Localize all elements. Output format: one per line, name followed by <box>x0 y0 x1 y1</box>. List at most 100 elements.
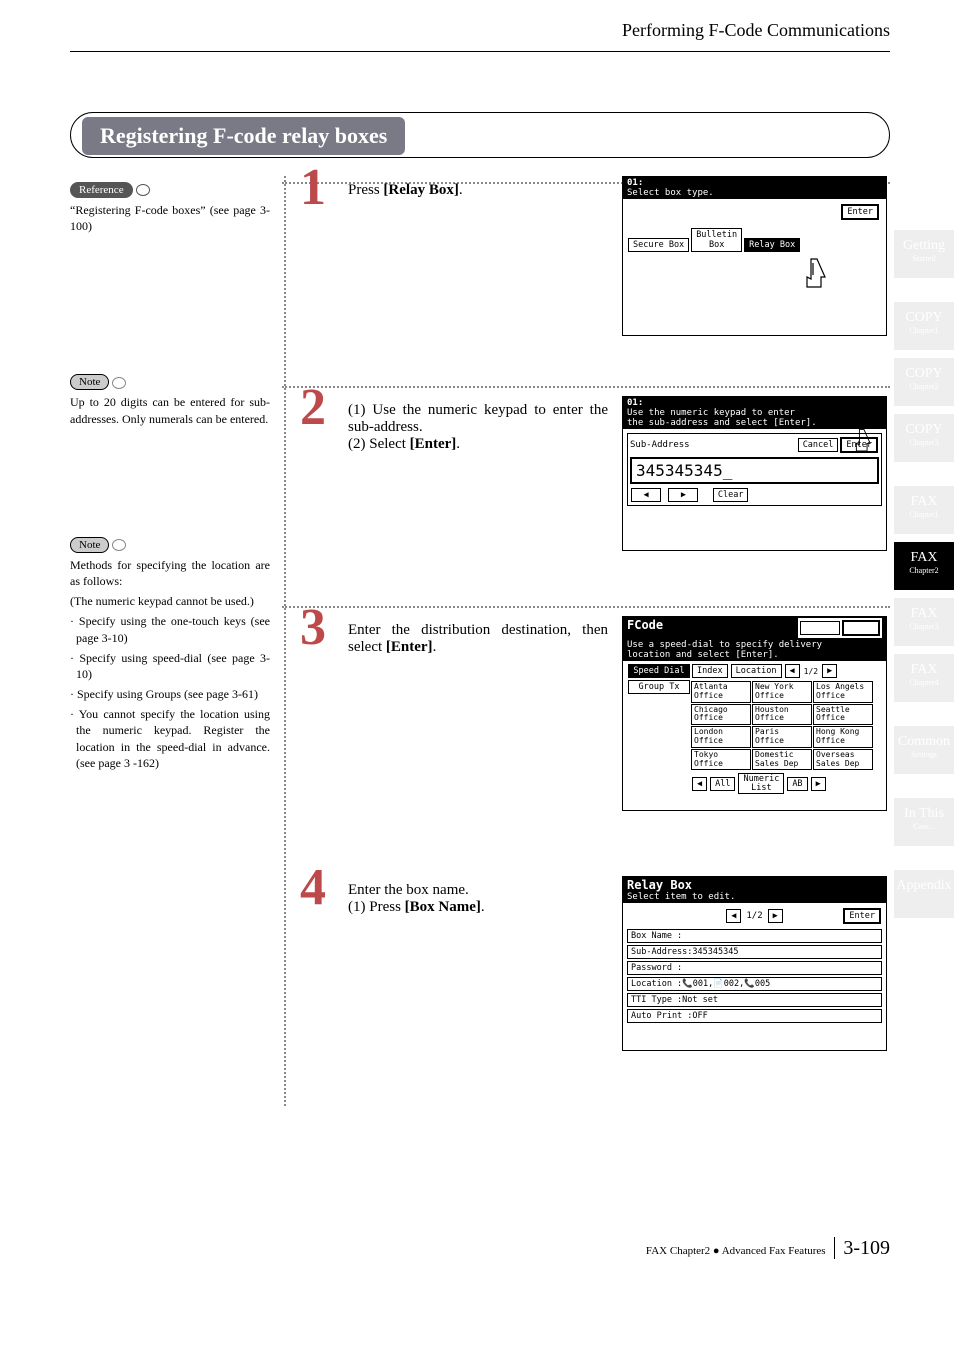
section-title: Registering F-code relay boxes <box>82 117 405 155</box>
screen3-location-grid: Atlanta Office New York Office Los Angel… <box>691 681 873 770</box>
note-badge-circle-1 <box>112 377 126 389</box>
screen4-tti-type-field[interactable]: TTI Type :Not set <box>627 993 882 1007</box>
note1-text: Up to 20 digits can be entered for sub-a… <box>70 394 270 426</box>
screen2-cancel-button[interactable]: Cancel <box>798 438 839 452</box>
step2-text-b: (2) Select <box>348 436 410 452</box>
screen3-cell[interactable]: Paris Office <box>752 726 812 748</box>
screen3-cancel-button[interactable]: Cancel <box>800 621 841 635</box>
note-badge-2: Note <box>70 537 109 553</box>
note2-li4: · You cannot specify the location using … <box>70 706 270 771</box>
screen3-cell[interactable]: New York Office <box>752 681 812 703</box>
section-title-frame: Registering F-code relay boxes <box>70 112 890 158</box>
screen4-sub-address-field[interactable]: Sub-Address:345345345 <box>627 945 882 959</box>
screen4-subtitle: Select item to edit. <box>627 892 735 902</box>
tab-getting-started[interactable]: GettingStarted <box>894 230 954 278</box>
screen3-cell[interactable]: Overseas Sales Dep <box>813 749 873 771</box>
screen4-location-field[interactable]: Location :📞001,📄002,📞005 <box>627 977 882 991</box>
screen3-cell[interactable]: Houston Office <box>752 704 812 726</box>
screen3-cell[interactable]: Los Angels Office <box>813 681 873 703</box>
screen3-subtitle: Use a speed-dial to specify delivery loc… <box>627 640 822 660</box>
screen3-numeric-list-button[interactable]: Numeric List <box>738 773 784 794</box>
screen-fcode-speed-dial: FCode CancelEnter Use a speed-dial to sp… <box>622 616 887 811</box>
step4-text-b: (1) Press <box>348 899 405 915</box>
screen3-title: FCode <box>627 618 663 632</box>
step4-number: 4 <box>300 862 326 914</box>
step1-text: Press [Relay Box]. <box>348 182 608 199</box>
screen3-location-button[interactable]: Location <box>731 664 782 678</box>
screen3-all-prev-button[interactable]: ◀ <box>692 777 707 791</box>
screen1-title: 01: <box>627 178 643 188</box>
tab-fax-ch3[interactable]: FAXChapter3 <box>894 598 954 646</box>
note2-text-a: Methods for specifying the location are … <box>70 557 270 589</box>
screen3-group-tx-tab[interactable]: Group Tx <box>628 680 690 694</box>
screen2-clear-button[interactable]: Clear <box>713 488 749 502</box>
screen3-ab-button[interactable]: AB <box>787 777 807 791</box>
screen4-pager: 1/2 <box>746 911 762 921</box>
screen3-cell[interactable]: Seattle Office <box>813 704 873 726</box>
footer-chapter: FAX Chapter2 ● Advanced Fax Features <box>646 1245 826 1257</box>
screen3-all-button[interactable]: All <box>710 777 735 791</box>
screen3-cell[interactable]: London Office <box>691 726 751 748</box>
tab-fax-ch2[interactable]: FAXChapter2 <box>894 542 954 590</box>
screen4-password-field[interactable]: Password : <box>627 961 882 975</box>
screen1-subtitle: Select box type. <box>627 188 714 198</box>
step2-text: (1) Use the numeric keypad to enter the … <box>348 402 608 453</box>
step1-text-c: . <box>459 182 463 198</box>
dotted-divider-h-3 <box>282 606 890 608</box>
step1-text-b: [Relay Box] <box>383 182 458 198</box>
note2-li2: · Specify using speed-dial (see page 3-1… <box>70 650 270 682</box>
screen2-right-button[interactable]: ▶ <box>668 488 698 502</box>
screen3-index-button[interactable]: Index <box>692 664 728 678</box>
header-rule <box>70 51 890 52</box>
step2-text-d: . <box>456 436 460 452</box>
screen2-left-button[interactable]: ◀ <box>631 488 661 502</box>
screen1-secure-box-button[interactable]: Secure Box <box>628 238 689 252</box>
screen3-next-button[interactable]: ▶ <box>822 664 837 678</box>
screen3-cell[interactable]: Domestic Sales Dep <box>752 749 812 771</box>
note2-li3: · Specify using Groups (see page 3-61) <box>70 686 270 702</box>
screen3-enter-button[interactable]: Enter <box>842 620 880 636</box>
cursor-pointer-icon-2 <box>853 428 875 454</box>
screen1-bulletin-box-button[interactable]: Bulletin Box <box>691 228 742 252</box>
tab-appendix[interactable]: Appendix <box>894 870 954 918</box>
screen4-enter-button[interactable]: Enter <box>843 908 881 924</box>
screen-select-box-type: 01: Select box type. Enter Secure BoxBul… <box>622 176 887 336</box>
step2-text-c: [Enter] <box>410 436 457 452</box>
tab-fax-ch4[interactable]: FAXChapter4 <box>894 654 954 702</box>
screen2-title: 01: <box>627 398 643 408</box>
step1-text-a: Press <box>348 182 383 198</box>
step3-number: 3 <box>300 602 326 654</box>
tab-in-this-case[interactable]: In ThisCase... <box>894 798 954 846</box>
screen4-auto-print-field[interactable]: Auto Print :OFF <box>627 1009 882 1023</box>
step1-number: 1 <box>300 162 326 214</box>
screen3-ab-next-button[interactable]: ▶ <box>811 777 826 791</box>
screen2-subaddress-value[interactable]: 345345345_ <box>630 457 879 484</box>
reference-text: “Registering F-code boxes” (see page 3-1… <box>70 202 270 234</box>
tab-fax-ch1[interactable]: FAXChapter1 <box>894 486 954 534</box>
step4-text-a: Enter the box name. <box>348 882 608 899</box>
screen1-relay-box-button[interactable]: Relay Box <box>744 238 800 252</box>
screen3-cell[interactable]: Atlanta Office <box>691 681 751 703</box>
tab-copy-ch1[interactable]: COPYChapter1 <box>894 302 954 350</box>
note2-li1: · Specify using the one-touch keys (see … <box>70 613 270 645</box>
tab-copy-ch3[interactable]: COPYChapter3 <box>894 414 954 462</box>
screen-relay-box-edit: Relay Box Select item to edit. ◀ 1/2 ▶ E… <box>622 876 887 1051</box>
screen4-box-name-field[interactable]: Box Name : <box>627 929 882 943</box>
screen3-cell[interactable]: Hong Kong Office <box>813 726 873 748</box>
screen2-subtitle: Use the numeric keypad to enter the sub-… <box>627 408 817 428</box>
screen4-next-button[interactable]: ▶ <box>768 909 783 923</box>
side-tabs: GettingStarted COPYChapter1 COPYChapter2… <box>894 230 954 926</box>
footer-page-number: 3-109 <box>834 1237 890 1259</box>
screen4-prev-button[interactable]: ◀ <box>726 909 741 923</box>
screen3-cell[interactable]: Chicago Office <box>691 704 751 726</box>
screen1-enter-button[interactable]: Enter <box>841 204 879 220</box>
screen3-cell[interactable]: Tokyo Office <box>691 749 751 771</box>
step4-text: Enter the box name. (1) Press [Box Name]… <box>348 882 608 916</box>
screen3-prev-button[interactable]: ◀ <box>785 664 800 678</box>
tab-copy-ch2[interactable]: COPYChapter2 <box>894 358 954 406</box>
tab-common-settings[interactable]: CommonSettings <box>894 726 954 774</box>
page-footer: FAX Chapter2 ● Advanced Fax Features 3-1… <box>646 1237 890 1260</box>
screen3-speed-dial-tab[interactable]: Speed Dial <box>628 664 690 678</box>
note-badge-circle-2 <box>112 539 126 551</box>
screen2-subaddress-label: Sub-Address <box>630 440 690 450</box>
